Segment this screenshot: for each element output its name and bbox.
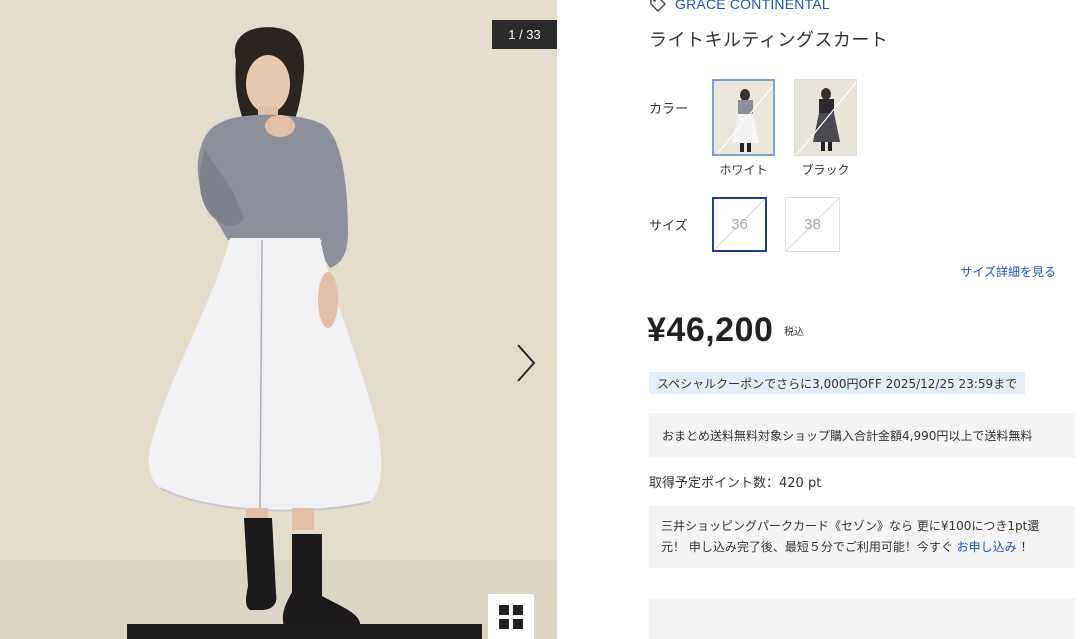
cart-panel [649, 598, 1075, 639]
grid-view-icon [499, 604, 523, 629]
color-swatch-white[interactable]: ホワイト [712, 79, 775, 177]
color-label: カラー [649, 102, 689, 117]
product-info-panel: GRACE CONTINENTAL ライトキルティングスカート カラー ホワイト [557, 0, 1080, 639]
chevron-right-icon [517, 344, 536, 382]
color-thumbnail-white [712, 79, 775, 156]
brand-row: GRACE CONTINENTAL [649, 0, 830, 13]
size-option-38[interactable]: 38 [785, 197, 840, 252]
brand-link[interactable]: GRACE CONTINENTAL [675, 0, 830, 12]
tag-icon [650, 0, 666, 12]
size-option-36[interactable]: 36 [712, 197, 767, 252]
card-apply-link[interactable]: お申し込み [957, 540, 1017, 554]
tax-included-label: 税込 [784, 327, 804, 338]
size-value-36: 36 [731, 216, 748, 233]
free-shipping-notice: おまとめ送料無料対象ショップ購入合計金額4,990円以上で送料無料 [649, 413, 1075, 458]
color-name-black: ブラック [801, 163, 850, 177]
card-promo-suffix: ！ [1016, 540, 1033, 554]
product-photo [0, 0, 557, 639]
product-title: ライトキルティングスカート [649, 30, 889, 51]
product-price: ¥46,200 [647, 311, 774, 349]
product-image-gallery[interactable]: 1 / 33 [0, 0, 557, 639]
add-to-cart-button[interactable] [127, 624, 482, 639]
color-thumbnail-black [794, 79, 857, 156]
size-detail-link[interactable]: サイズ詳細を見る [960, 263, 1056, 280]
free-shipping-text: おまとめ送料無料対象ショップ購入合計金額4,990円以上で送料無料 [662, 429, 1033, 443]
next-image-button[interactable] [510, 340, 540, 386]
size-value-38: 38 [804, 216, 821, 233]
reward-points: 取得予定ポイント数：420 pt [649, 476, 822, 491]
color-swatch-black[interactable]: ブラック [794, 79, 857, 177]
size-label: サイズ [649, 219, 688, 234]
gallery-grid-button[interactable] [488, 594, 534, 639]
color-name-white: ホワイト [719, 163, 768, 177]
coupon-banner: スペシャルクーポンでさらに3,000円OFF 2025/12/25 23:59ま… [649, 372, 1026, 394]
credit-card-promo: 三井ショッピングパークカード《セゾン》なら 更に¥100につき1pt還元！ 申し… [649, 506, 1075, 568]
image-counter: 1 / 33 [492, 20, 557, 49]
